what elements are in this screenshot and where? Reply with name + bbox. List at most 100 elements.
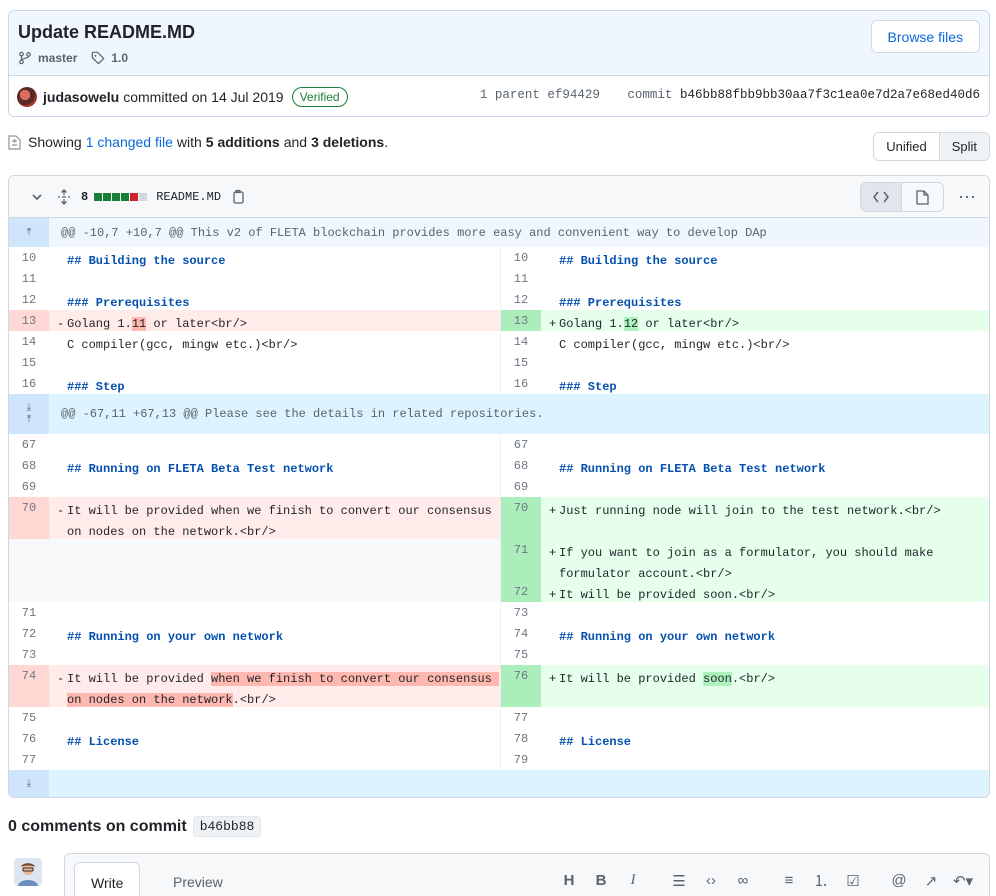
code-line: ## Running on FLETA Beta Test network (67, 462, 334, 476)
line-number[interactable]: 67 (9, 434, 49, 455)
unordered-list-icon[interactable]: ≡ (773, 872, 805, 889)
code-line-deleted: - It will be provided when we finish to c… (49, 665, 500, 707)
expand-all-icon[interactable] (57, 188, 71, 205)
line-number[interactable]: 16 (9, 373, 49, 394)
copy-icon[interactable] (231, 189, 245, 204)
heading-icon[interactable]: H (553, 872, 585, 889)
commit-meta-bar: judasowelu committed on 14 Jul 2019 Veri… (9, 76, 989, 116)
diff-view-toggle: Unified Split (873, 132, 990, 161)
commit-header: Update README.MD master 1.0 Browse files… (8, 10, 990, 117)
author-name[interactable]: judasowelu (43, 89, 119, 105)
browse-files-button[interactable]: Browse files (870, 20, 980, 53)
rich-view-icon[interactable] (902, 183, 943, 211)
line-number[interactable]: 15 (9, 352, 49, 373)
line-number[interactable]: 69 (501, 476, 541, 497)
diff-row: 69 69 (9, 476, 989, 497)
code-icon[interactable]: ‹› (695, 872, 727, 889)
diff-row: 75 77 (9, 707, 989, 728)
line-number[interactable]: 16 (501, 373, 541, 394)
ordered-list-icon[interactable]: ⒈ (805, 870, 837, 891)
expand-up-icon[interactable]: ⤒ (9, 218, 49, 247)
code-line: ## Building the source (559, 254, 718, 268)
diff-row-changed: 70- It will be provided when we finish to… (9, 497, 989, 539)
diffstat-block (103, 192, 112, 201)
line-number[interactable]: 12 (501, 289, 541, 310)
expand-both-icon[interactable]: ⤓ ⤒ (9, 394, 49, 434)
line-number[interactable]: 72 (9, 623, 49, 644)
line-number[interactable]: 76 (9, 728, 49, 749)
line-number[interactable]: 70 (9, 497, 49, 539)
summary-showing: Showing (28, 134, 82, 150)
current-user-avatar[interactable] (14, 858, 42, 886)
unified-button[interactable]: Unified (874, 133, 938, 160)
comment-editor: Write Preview H B I ☰ ‹› ∞ ≡ ⒈ ☑ @ ↗ ↶▾ (64, 853, 990, 896)
branch-name[interactable]: master (38, 51, 77, 65)
parent-sha-link[interactable]: ef94429 (547, 88, 600, 102)
line-number[interactable]: 77 (501, 707, 541, 728)
author-avatar[interactable] (17, 86, 37, 107)
line-number[interactable]: 76 (501, 665, 541, 707)
commit-title-bar: Update README.MD master 1.0 Browse files (9, 11, 989, 76)
chevron-down-icon[interactable] (31, 191, 43, 203)
line-number[interactable]: 10 (501, 247, 541, 268)
tag-icon (92, 51, 105, 65)
line-number[interactable]: 12 (9, 289, 49, 310)
diff-row-changed: 71 + If you want to join as a formulator, … (9, 539, 989, 581)
link-icon[interactable]: ∞ (727, 872, 759, 889)
file-diff-icon (8, 134, 21, 150)
tab-preview[interactable]: Preview (163, 862, 233, 896)
line-number[interactable]: 79 (501, 749, 541, 770)
line-number[interactable]: 74 (501, 623, 541, 644)
line-number[interactable]: 68 (501, 455, 541, 476)
line-number[interactable]: 14 (9, 331, 49, 352)
line-number[interactable]: 73 (9, 644, 49, 665)
line-number[interactable]: 75 (9, 707, 49, 728)
line-number[interactable]: 71 (9, 602, 49, 623)
line-number[interactable]: 13 (501, 310, 541, 331)
reply-icon[interactable]: ↶▾ (947, 872, 979, 890)
line-number[interactable]: 68 (9, 455, 49, 476)
code-view-icon[interactable] (861, 183, 902, 211)
italic-icon[interactable]: I (617, 872, 649, 889)
line-number[interactable]: 67 (501, 434, 541, 455)
line-number[interactable]: 11 (501, 268, 541, 289)
line-number[interactable]: 72 (501, 581, 541, 602)
more-options-icon[interactable]: ⋯ (958, 187, 977, 208)
mention-icon[interactable]: @ (883, 872, 915, 889)
expand-down-icon[interactable]: ⤓ (9, 770, 49, 797)
tag-name[interactable]: 1.0 (111, 51, 128, 65)
line-number[interactable]: 69 (9, 476, 49, 497)
line-number[interactable]: 77 (9, 749, 49, 770)
diff-row: 10 ## Building the source 10 ## Building t… (9, 247, 989, 268)
code-line-added: + Just running node will join to the test… (541, 497, 989, 539)
file-view-buttons (860, 182, 944, 212)
branch-tag-row: master 1.0 (18, 51, 128, 65)
line-number[interactable]: 10 (9, 247, 49, 268)
split-button[interactable]: Split (938, 133, 989, 160)
line-number[interactable]: 74 (9, 665, 49, 707)
tab-write[interactable]: Write (74, 862, 141, 896)
task-list-icon[interactable]: ☑ (837, 872, 869, 890)
line-number[interactable]: 15 (501, 352, 541, 373)
quote-icon[interactable]: ☰ (663, 872, 695, 890)
line-number[interactable]: 71 (501, 539, 541, 581)
line-number[interactable]: 73 (501, 602, 541, 623)
file-name[interactable]: README.MD (156, 190, 221, 204)
line-number[interactable]: 75 (501, 644, 541, 665)
line-number[interactable]: 70 (501, 497, 541, 539)
code-line: ### Step (67, 380, 125, 394)
line-number[interactable]: 78 (501, 728, 541, 749)
reference-icon[interactable]: ↗ (915, 872, 947, 890)
line-number[interactable]: 11 (9, 268, 49, 289)
line-number[interactable]: 13 (9, 310, 49, 331)
code-line: C compiler(gcc, mingw etc.)<br/> (67, 338, 298, 352)
line-number[interactable]: 14 (501, 331, 541, 352)
bold-icon[interactable]: B (585, 872, 617, 889)
verified-badge[interactable]: Verified (291, 86, 348, 107)
changed-files-link[interactable]: 1 changed file (86, 134, 173, 150)
